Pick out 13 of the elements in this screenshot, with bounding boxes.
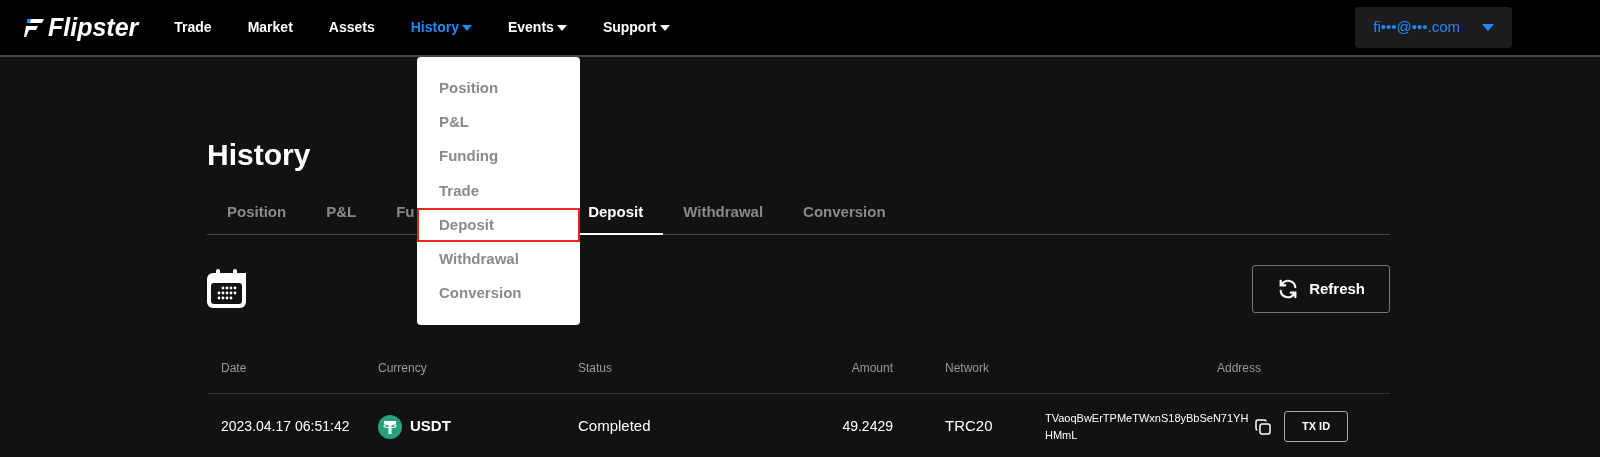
table-cell-text: Completed [578,416,652,437]
column-header: Currency [378,360,428,377]
table-cell-text: 2023.04.17 06:51:42 [220,417,351,436]
column-header: Status [578,360,614,377]
column-header: Network [945,360,990,377]
column-header: Amount [850,360,893,377]
table-cell-text: 49.2429 [841,417,893,436]
page-title: History [207,137,311,173]
column-header: Date [220,360,248,377]
table-cell-text: TVaoqBwErTPMeTWxnS18yBbSeN71YHHMmL [1045,411,1249,443]
table-cell-text: TRC20 [945,416,994,437]
column-header: Address [1215,360,1261,377]
table-cell-text: USDT [410,416,451,437]
